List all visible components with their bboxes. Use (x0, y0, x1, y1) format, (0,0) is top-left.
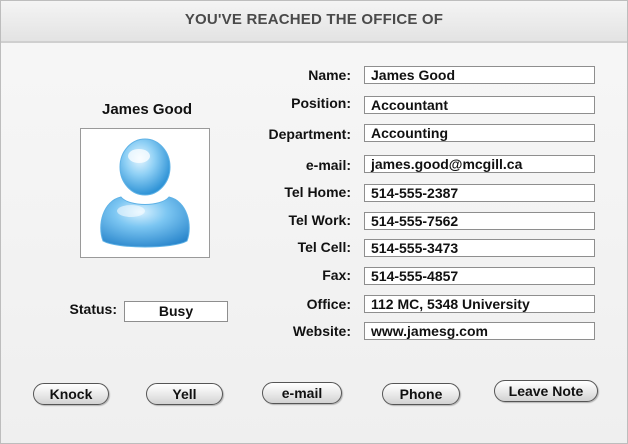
status-label: Status: (69, 301, 117, 317)
field-value-tel-home: 514-555-2387 (364, 184, 595, 202)
field-value-fax: 514-555-4857 (364, 267, 595, 285)
field-value-department: Accounting (364, 124, 595, 142)
field-label-office: Office: (306, 296, 351, 312)
status-value: Busy (124, 301, 228, 322)
field-label-tel-cell: Tel Cell: (297, 239, 351, 255)
field-value-name: James Good (364, 66, 595, 84)
knock-button[interactable]: Knock (33, 383, 109, 405)
field-value-tel-cell: 514-555-3473 (364, 239, 595, 257)
field-value-website: www.jamesg.com (364, 322, 595, 340)
profile-name-heading: James Good (101, 101, 193, 118)
office-window: YOU'VE REACHED THE OFFICE OF James Good (0, 0, 628, 444)
field-label-website: Website: (292, 323, 351, 339)
field-label-tel-work: Tel Work: (288, 212, 352, 228)
field-value-position: Accountant (364, 96, 595, 114)
leave-note-button[interactable]: Leave Note (494, 380, 598, 402)
avatar (80, 128, 210, 258)
phone-button[interactable]: Phone (382, 383, 460, 405)
field-label-fax: Fax: (322, 267, 351, 283)
field-label-position: Position: (291, 95, 351, 111)
field-value-email: james.good@mcgill.ca (364, 155, 595, 173)
yell-button[interactable]: Yell (146, 383, 223, 405)
field-label-tel-home: Tel Home: (284, 184, 351, 200)
field-label-email: e-mail: (305, 157, 351, 173)
user-silhouette-icon (100, 138, 190, 248)
field-value-office: 112 MC, 5348 University (364, 295, 595, 313)
field-label-department: Department: (268, 126, 351, 142)
field-label-name: Name: (308, 67, 351, 83)
email-button[interactable]: e-mail (262, 382, 342, 404)
field-value-tel-work: 514-555-7562 (364, 212, 595, 230)
window-title: YOU'VE REACHED THE OFFICE OF (1, 1, 627, 43)
